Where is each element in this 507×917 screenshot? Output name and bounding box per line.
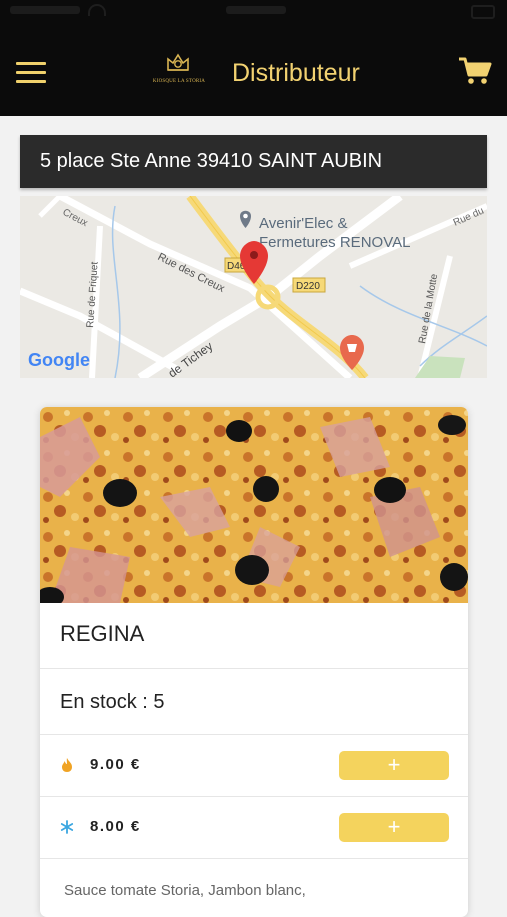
price-row-fresh: 9.00 € + [40,735,468,797]
wifi-icon [88,4,106,16]
shopping-cart-icon[interactable] [458,56,492,86]
product-description: Sauce tomate Storia, Jambon blanc, [64,882,306,899]
status-bar [0,4,507,22]
location-map[interactable]: D46 D220 Creux Rue des Creux Rue de Friq… [20,196,487,378]
address-bar: 5 place Ste Anne 39410 SAINT AUBIN [20,135,487,188]
product-image [40,407,468,603]
price-row-frozen: 8.00 € + [40,797,468,859]
flame-icon [62,758,72,772]
product-name: REGINA [40,603,468,669]
map-label-poi-line2: Fermetures RENOVAL [259,234,410,251]
app-header: KIOSQUE LA STORIA Distributeur [0,0,507,116]
add-to-cart-button[interactable]: + [339,751,449,780]
stock-label: En stock : 5 [40,669,468,735]
page-title: Distributeur [232,59,360,87]
google-logo: Google [28,350,90,370]
status-time [226,6,286,14]
map-label-poi: Avenir'Elec & [259,215,347,232]
brand-logo: KIOSQUE LA STORIA [151,52,207,88]
carrier-indicator [10,6,80,14]
battery-icon [471,5,495,19]
product-card: REGINA En stock : 5 9.00 € + 8.00 € + Sa… [40,407,468,917]
logo-text: KIOSQUE LA STORIA [152,79,206,84]
crown-icon [167,53,189,71]
hamburger-menu-icon[interactable] [16,62,46,84]
price-value: 8.00 € [90,818,141,835]
plus-icon: + [387,814,401,839]
plus-icon: + [387,752,401,777]
add-to-cart-button[interactable]: + [339,813,449,842]
price-value: 9.00 € [90,756,141,773]
map-label-d220: D220 [296,281,320,292]
snowflake-icon [60,820,74,834]
